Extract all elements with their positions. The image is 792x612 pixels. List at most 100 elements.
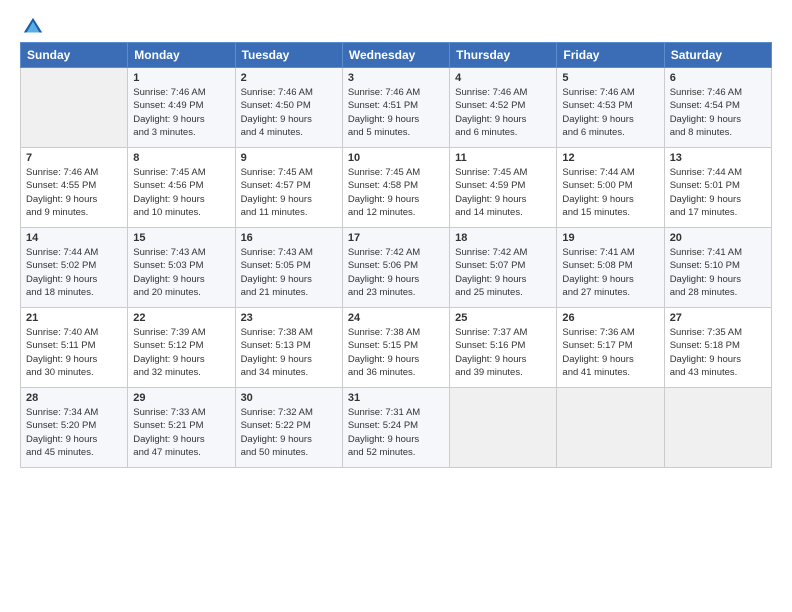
day-number: 8: [133, 152, 229, 164]
cell-info: Sunrise: 7:41 AM Sunset: 5:08 PM Dayligh…: [562, 246, 658, 299]
cell-info: Sunrise: 7:44 AM Sunset: 5:02 PM Dayligh…: [26, 246, 122, 299]
calendar-week-row: 28Sunrise: 7:34 AM Sunset: 5:20 PM Dayli…: [21, 388, 772, 468]
day-number: 20: [670, 232, 766, 244]
cell-info: Sunrise: 7:45 AM Sunset: 4:56 PM Dayligh…: [133, 166, 229, 219]
calendar-week-row: 14 Sunrise: 7:44 AM Sunset: 5:02 PM Dayli…: [21, 228, 772, 308]
calendar-cell: 9Sunrise: 7:45 AM Sunset: 4:57 PM Daylig…: [235, 148, 342, 228]
day-number: 13: [670, 152, 766, 164]
cell-info: Sunrise: 7:36 AM Sunset: 5:17 PM Dayligh…: [562, 326, 658, 379]
day-number: 24: [348, 312, 444, 324]
calendar-cell: 10 Sunrise: 7:45 AM Sunset: 4:58 PM Dayli…: [342, 148, 449, 228]
cell-info: Sunrise: 7:33 AM Sunset: 5:21 PM Dayligh…: [133, 406, 229, 459]
calendar-cell: 19 Sunrise: 7:41 AM Sunset: 5:08 PM Dayli…: [557, 228, 664, 308]
calendar-week-row: 21 Sunrise: 7:40 AM Sunset: 5:11 PM Dayli…: [21, 308, 772, 388]
cell-info: Sunrise: 7:31 AM Sunset: 5:24 PM Dayligh…: [348, 406, 444, 459]
weekday-header: Friday: [557, 43, 664, 68]
cell-info: Sunrise: 7:46 AM Sunset: 4:50 PM Dayligh…: [241, 86, 337, 139]
calendar-cell: [557, 388, 664, 468]
header: [20, 16, 772, 34]
day-number: 26: [562, 312, 658, 324]
day-number: 1: [133, 72, 229, 84]
calendar-cell: 16 Sunrise: 7:43 AM Sunset: 5:05 PM Dayli…: [235, 228, 342, 308]
day-number: 11: [455, 152, 551, 164]
calendar-cell: 4 Sunrise: 7:46 AM Sunset: 4:52 PM Daylig…: [450, 68, 557, 148]
weekday-header: Monday: [128, 43, 235, 68]
day-number: 10: [348, 152, 444, 164]
calendar-cell: 20 Sunrise: 7:41 AM Sunset: 5:10 PM Dayli…: [664, 228, 771, 308]
cell-info: Sunrise: 7:44 AM Sunset: 5:00 PM Dayligh…: [562, 166, 658, 219]
calendar-cell: 15 Sunrise: 7:43 AM Sunset: 5:03 PM Dayli…: [128, 228, 235, 308]
cell-info: Sunrise: 7:46 AM Sunset: 4:51 PM Dayligh…: [348, 86, 444, 139]
calendar-cell: 28Sunrise: 7:34 AM Sunset: 5:20 PM Dayli…: [21, 388, 128, 468]
cell-info: Sunrise: 7:38 AM Sunset: 5:15 PM Dayligh…: [348, 326, 444, 379]
calendar-cell: 17 Sunrise: 7:42 AM Sunset: 5:06 PM Dayli…: [342, 228, 449, 308]
calendar-cell: 13 Sunrise: 7:44 AM Sunset: 5:01 PM Dayli…: [664, 148, 771, 228]
calendar-cell: 3 Sunrise: 7:46 AM Sunset: 4:51 PM Daylig…: [342, 68, 449, 148]
day-number: 14: [26, 232, 122, 244]
cell-info: Sunrise: 7:40 AM Sunset: 5:11 PM Dayligh…: [26, 326, 122, 379]
cell-info: Sunrise: 7:46 AM Sunset: 4:54 PM Dayligh…: [670, 86, 766, 139]
calendar-week-row: 1Sunrise: 7:46 AM Sunset: 4:49 PM Daylig…: [21, 68, 772, 148]
cell-info: Sunrise: 7:45 AM Sunset: 4:58 PM Dayligh…: [348, 166, 444, 219]
calendar-cell: 14 Sunrise: 7:44 AM Sunset: 5:02 PM Dayli…: [21, 228, 128, 308]
cell-info: Sunrise: 7:46 AM Sunset: 4:52 PM Dayligh…: [455, 86, 551, 139]
calendar-cell: [664, 388, 771, 468]
calendar-cell: 26 Sunrise: 7:36 AM Sunset: 5:17 PM Dayli…: [557, 308, 664, 388]
cell-info: Sunrise: 7:44 AM Sunset: 5:01 PM Dayligh…: [670, 166, 766, 219]
weekday-header: Tuesday: [235, 43, 342, 68]
cell-info: Sunrise: 7:38 AM Sunset: 5:13 PM Dayligh…: [241, 326, 337, 379]
calendar-cell: 8 Sunrise: 7:45 AM Sunset: 4:56 PM Daylig…: [128, 148, 235, 228]
day-number: 22: [133, 312, 229, 324]
day-number: 9: [241, 152, 337, 164]
calendar-cell: 21 Sunrise: 7:40 AM Sunset: 5:11 PM Dayli…: [21, 308, 128, 388]
day-number: 17: [348, 232, 444, 244]
calendar-table: SundayMondayTuesdayWednesdayThursdayFrid…: [20, 42, 772, 468]
day-number: 29: [133, 392, 229, 404]
cell-info: Sunrise: 7:46 AM Sunset: 4:53 PM Dayligh…: [562, 86, 658, 139]
calendar-cell: 7 Sunrise: 7:46 AM Sunset: 4:55 PM Daylig…: [21, 148, 128, 228]
calendar-cell: 22 Sunrise: 7:39 AM Sunset: 5:12 PM Dayli…: [128, 308, 235, 388]
day-number: 31: [348, 392, 444, 404]
calendar-cell: 25 Sunrise: 7:37 AM Sunset: 5:16 PM Dayli…: [450, 308, 557, 388]
calendar-cell: 23 Sunrise: 7:38 AM Sunset: 5:13 PM Dayli…: [235, 308, 342, 388]
day-number: 25: [455, 312, 551, 324]
day-number: 27: [670, 312, 766, 324]
calendar-week-row: 7 Sunrise: 7:46 AM Sunset: 4:55 PM Daylig…: [21, 148, 772, 228]
day-number: 3: [348, 72, 444, 84]
calendar-cell: 2Sunrise: 7:46 AM Sunset: 4:50 PM Daylig…: [235, 68, 342, 148]
day-number: 21: [26, 312, 122, 324]
day-number: 30: [241, 392, 337, 404]
day-number: 15: [133, 232, 229, 244]
cell-info: Sunrise: 7:43 AM Sunset: 5:03 PM Dayligh…: [133, 246, 229, 299]
cell-info: Sunrise: 7:43 AM Sunset: 5:05 PM Dayligh…: [241, 246, 337, 299]
day-number: 19: [562, 232, 658, 244]
cell-info: Sunrise: 7:42 AM Sunset: 5:06 PM Dayligh…: [348, 246, 444, 299]
calendar-cell: 5 Sunrise: 7:46 AM Sunset: 4:53 PM Daylig…: [557, 68, 664, 148]
cell-info: Sunrise: 7:39 AM Sunset: 5:12 PM Dayligh…: [133, 326, 229, 379]
day-number: 16: [241, 232, 337, 244]
calendar-cell: 1Sunrise: 7:46 AM Sunset: 4:49 PM Daylig…: [128, 68, 235, 148]
day-number: 18: [455, 232, 551, 244]
cell-info: Sunrise: 7:34 AM Sunset: 5:20 PM Dayligh…: [26, 406, 122, 459]
main-container: SundayMondayTuesdayWednesdayThursdayFrid…: [0, 0, 792, 478]
calendar-cell: 11Sunrise: 7:45 AM Sunset: 4:59 PM Dayli…: [450, 148, 557, 228]
day-number: 7: [26, 152, 122, 164]
cell-info: Sunrise: 7:32 AM Sunset: 5:22 PM Dayligh…: [241, 406, 337, 459]
calendar-cell: 18Sunrise: 7:42 AM Sunset: 5:07 PM Dayli…: [450, 228, 557, 308]
calendar-cell: [450, 388, 557, 468]
logo-icon: [22, 16, 44, 38]
weekday-header: Wednesday: [342, 43, 449, 68]
calendar-cell: 6Sunrise: 7:46 AM Sunset: 4:54 PM Daylig…: [664, 68, 771, 148]
day-number: 5: [562, 72, 658, 84]
cell-info: Sunrise: 7:46 AM Sunset: 4:55 PM Dayligh…: [26, 166, 122, 219]
weekday-header: Thursday: [450, 43, 557, 68]
calendar-cell: 29 Sunrise: 7:33 AM Sunset: 5:21 PM Dayli…: [128, 388, 235, 468]
calendar-cell: [21, 68, 128, 148]
cell-info: Sunrise: 7:37 AM Sunset: 5:16 PM Dayligh…: [455, 326, 551, 379]
day-number: 23: [241, 312, 337, 324]
calendar-cell: 31 Sunrise: 7:31 AM Sunset: 5:24 PM Dayli…: [342, 388, 449, 468]
cell-info: Sunrise: 7:41 AM Sunset: 5:10 PM Dayligh…: [670, 246, 766, 299]
cell-info: Sunrise: 7:35 AM Sunset: 5:18 PM Dayligh…: [670, 326, 766, 379]
weekday-header: Sunday: [21, 43, 128, 68]
day-number: 4: [455, 72, 551, 84]
